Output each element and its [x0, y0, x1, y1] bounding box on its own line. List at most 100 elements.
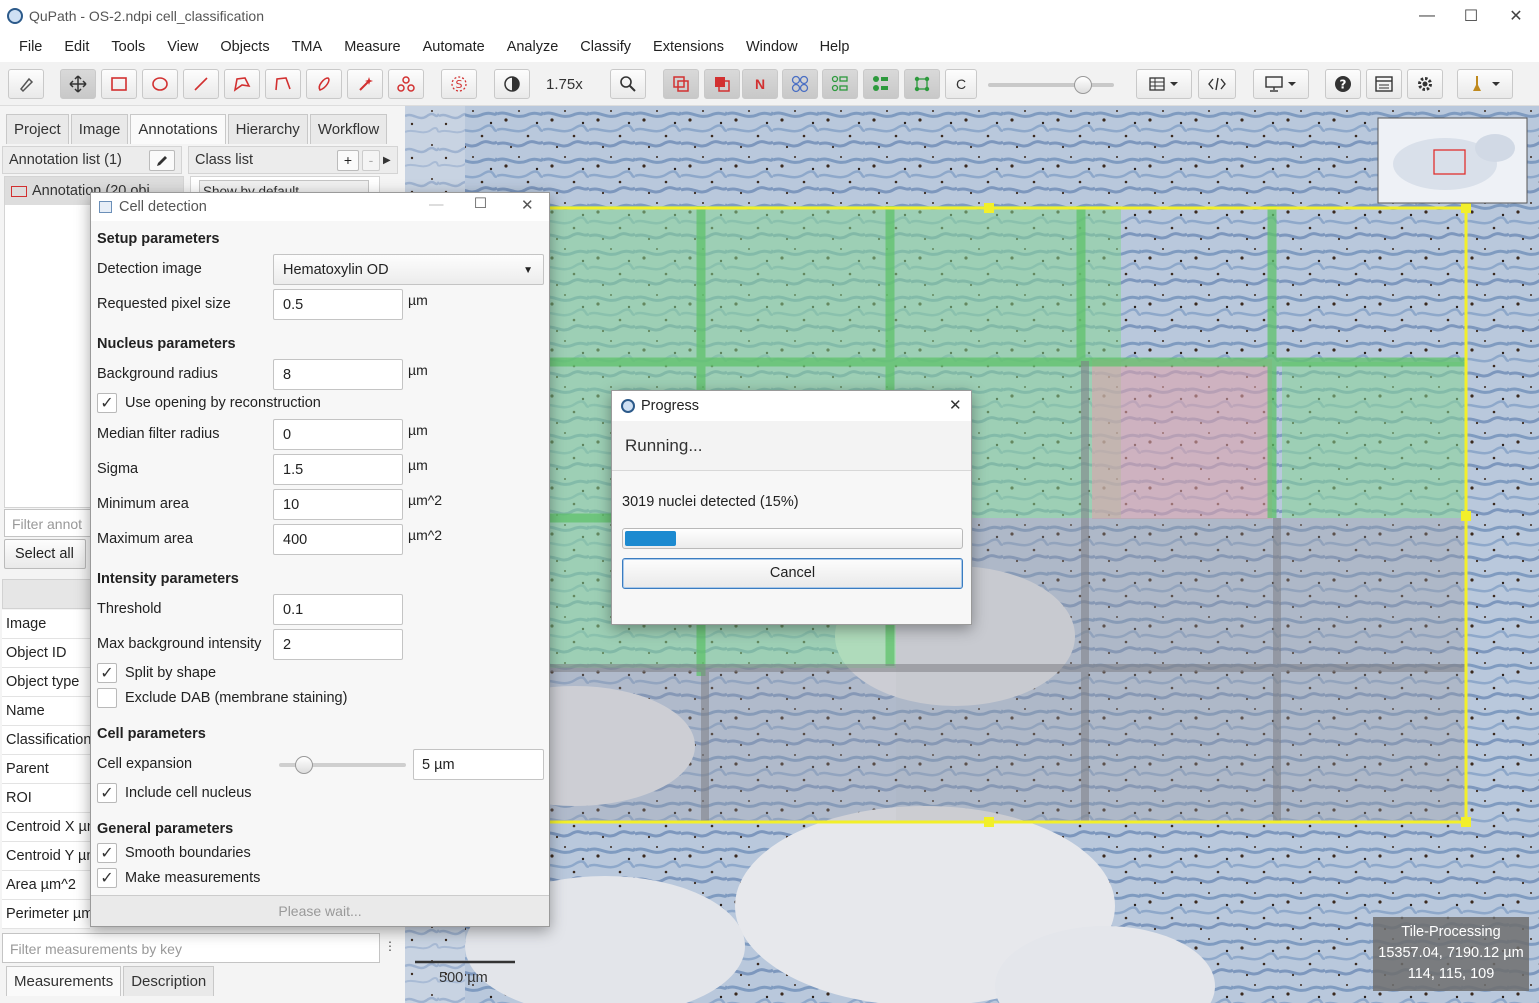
- ellipse-tool-icon[interactable]: [142, 69, 178, 99]
- menu-window[interactable]: Window: [735, 39, 809, 55]
- tab-description[interactable]: Description: [123, 966, 215, 996]
- tab-annotations[interactable]: Annotations: [130, 114, 226, 144]
- max-background-label: Max background intensity: [97, 636, 262, 652]
- edit-pencil-icon[interactable]: [149, 150, 175, 171]
- extensions-dropdown-icon[interactable]: [1457, 69, 1513, 99]
- class-list-title: Class list: [195, 152, 254, 168]
- close-window-button[interactable]: ✕: [1493, 0, 1539, 32]
- help-icon[interactable]: ?: [1325, 69, 1361, 99]
- maximize-button[interactable]: ☐: [1448, 0, 1494, 32]
- remove-class-button[interactable]: -: [362, 150, 380, 171]
- maximum-area-input[interactable]: 400: [273, 524, 403, 555]
- progress-close-icon[interactable]: ✕: [949, 396, 962, 414]
- detection-image-label: Detection image: [97, 261, 202, 277]
- menu-file[interactable]: File: [8, 39, 53, 55]
- points-tool-icon[interactable]: [388, 69, 424, 99]
- menu-analyze[interactable]: Analyze: [496, 39, 570, 55]
- show-annotations-icon[interactable]: [663, 69, 699, 99]
- exclude-dab-checkbox[interactable]: Exclude DAB (membrane staining): [97, 688, 347, 708]
- minimize-button[interactable]: —: [1404, 0, 1450, 32]
- polygon-tool-icon[interactable]: [224, 69, 260, 99]
- brightness-contrast-icon[interactable]: [494, 69, 530, 99]
- measurement-row-label: Centroid Y µm: [2, 842, 90, 871]
- tab-image[interactable]: Image: [70, 114, 129, 144]
- fill-annotations-icon[interactable]: [704, 69, 740, 99]
- cell-expansion-slider-thumb[interactable]: [295, 756, 313, 774]
- more-options-icon[interactable]: ⋮: [384, 933, 398, 963]
- polyline-tool-icon[interactable]: [265, 69, 301, 99]
- run-button[interactable]: Please wait...: [91, 895, 549, 926]
- sigma-input[interactable]: 1.5: [273, 454, 403, 485]
- menu-measure[interactable]: Measure: [333, 39, 411, 55]
- smooth-boundaries-checkbox[interactable]: ✓ Smooth boundaries: [97, 843, 251, 863]
- menu-tma[interactable]: TMA: [281, 39, 334, 55]
- dialog-close-button[interactable]: ✕: [521, 196, 534, 214]
- sigma-label: Sigma: [97, 461, 139, 477]
- menu-edit[interactable]: Edit: [53, 39, 100, 55]
- grid-dropdown-icon[interactable]: [1136, 69, 1192, 99]
- show-connections-icon[interactable]: [904, 69, 940, 99]
- show-names-icon[interactable]: N: [742, 69, 778, 99]
- pixel-size-input[interactable]: 0.5: [273, 289, 403, 320]
- threshold-input[interactable]: 0.1: [273, 594, 403, 625]
- split-by-shape-checkbox[interactable]: ✓ Split by shape: [97, 663, 216, 683]
- menu-automate[interactable]: Automate: [412, 39, 496, 55]
- opening-reconstruction-checkbox[interactable]: ✓ Use opening by reconstruction: [97, 393, 321, 413]
- menu-tools[interactable]: Tools: [100, 39, 156, 55]
- median-filter-input[interactable]: 0: [273, 419, 403, 450]
- minimum-area-input[interactable]: 10: [273, 489, 403, 520]
- max-background-input[interactable]: 2: [273, 629, 403, 660]
- pixel-classification-overlay-icon[interactable]: C: [945, 69, 977, 99]
- qupath-logo-icon: [7, 8, 23, 24]
- display-dropdown-icon[interactable]: [1253, 69, 1309, 99]
- threshold-label: Threshold: [97, 601, 162, 617]
- menu-view[interactable]: View: [156, 39, 209, 55]
- opacity-slider-thumb[interactable]: [1074, 76, 1092, 94]
- line-tool-icon[interactable]: [183, 69, 219, 99]
- dialog-maximize-button[interactable]: ☐: [474, 196, 487, 212]
- tab-measurements[interactable]: Measurements: [6, 966, 122, 996]
- tab-project[interactable]: Project: [6, 114, 69, 144]
- menu-extensions[interactable]: Extensions: [642, 39, 735, 55]
- selection-mode-icon[interactable]: S: [441, 69, 477, 99]
- menu-classify[interactable]: Classify: [569, 39, 642, 55]
- chevron-right-icon[interactable]: ▶: [383, 150, 397, 171]
- opacity-slider-track[interactable]: [988, 83, 1114, 87]
- progress-bar-fill: [625, 531, 676, 546]
- filter-measurements-input[interactable]: Filter measurements by key: [2, 933, 380, 963]
- zoom-to-fit-icon[interactable]: [610, 69, 646, 99]
- preferences-gear-icon[interactable]: [1407, 69, 1443, 99]
- brush-tool-icon[interactable]: [306, 69, 342, 99]
- rectangle-tool-icon[interactable]: [101, 69, 137, 99]
- detection-image-select[interactable]: Hematoxylin OD ▼: [273, 254, 544, 285]
- filter-annotations-input[interactable]: Filter annot: [4, 509, 94, 537]
- make-measurements-checkbox[interactable]: ✓ Make measurements: [97, 868, 260, 888]
- log-viewer-icon[interactable]: [1366, 69, 1402, 99]
- tab-hierarchy[interactable]: Hierarchy: [227, 114, 308, 144]
- menu-help[interactable]: Help: [809, 39, 861, 55]
- select-all-button[interactable]: Select all: [4, 539, 86, 569]
- move-tool-icon[interactable]: [60, 69, 96, 99]
- checkmark-icon: ✓: [97, 868, 117, 888]
- menu-objects[interactable]: Objects: [209, 39, 280, 55]
- measurement-row-label: Image: [2, 610, 90, 639]
- show-tma-grid-icon[interactable]: [782, 69, 818, 99]
- background-radius-input[interactable]: 8: [273, 359, 403, 390]
- progress-titlebar: Progress ✕: [612, 391, 971, 421]
- show-detections-icon[interactable]: [822, 69, 858, 99]
- nucleus-parameters-header: Nucleus parameters: [97, 336, 236, 352]
- cursor-info-overlay: Tile-Processing 15357.04, 7190.12 µm 114…: [1373, 917, 1529, 991]
- fill-detections-icon[interactable]: [863, 69, 899, 99]
- script-editor-icon[interactable]: [1198, 69, 1236, 99]
- cancel-button[interactable]: Cancel: [622, 558, 963, 589]
- include-nucleus-checkbox[interactable]: ✓ Include cell nucleus: [97, 783, 252, 803]
- tab-workflow[interactable]: Workflow: [309, 114, 388, 144]
- image-viewer[interactable]: 500 µm: [405, 106, 1539, 1003]
- dialog-minimize-button[interactable]: —: [429, 197, 444, 213]
- unchecked-box-icon: [97, 688, 117, 708]
- chevron-down-icon: ▼: [523, 265, 533, 276]
- pin-icon[interactable]: [8, 69, 44, 99]
- cell-expansion-input[interactable]: 5 µm: [413, 749, 544, 780]
- add-class-button[interactable]: +: [337, 150, 359, 171]
- wand-tool-icon[interactable]: [347, 69, 383, 99]
